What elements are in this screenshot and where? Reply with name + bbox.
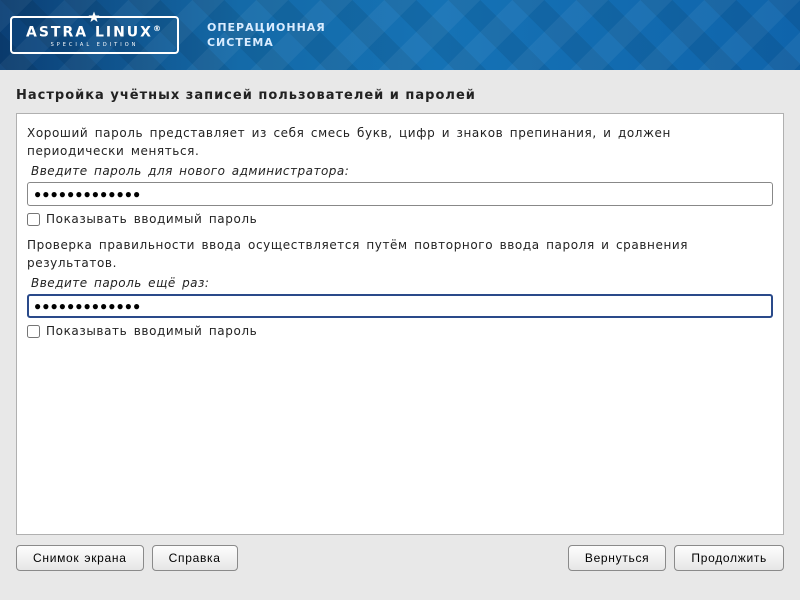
footer: Снимок экрана Справка Вернуться Продолжи… [0,535,800,571]
show-password-2-label[interactable]: Показывать вводимый пароль [46,324,257,338]
logo-subtext: SPECIAL EDITION [51,42,139,48]
star-icon [88,11,100,23]
show-password-1-checkbox[interactable] [27,213,40,226]
admin-password-confirm-input[interactable] [27,294,773,318]
password-confirm-hint: Проверка правильности ввода осуществляет… [27,236,773,272]
logo-text: ASTRA LINUX® [26,24,163,41]
banner: ASTRA LINUX® SPECIAL EDITION ОПЕРАЦИОННА… [0,0,800,70]
show-password-1-label[interactable]: Показывать вводимый пароль [46,212,257,226]
continue-button[interactable]: Продолжить [674,545,784,571]
admin-password-input[interactable] [27,182,773,206]
form-panel: Хороший пароль представляет из себя смес… [16,113,784,535]
page-title: Настройка учётных записей пользователей … [16,88,784,103]
show-password-2-checkbox[interactable] [27,325,40,338]
back-button[interactable]: Вернуться [568,545,667,571]
help-button[interactable]: Справка [152,545,238,571]
password-hint-text: Хороший пароль представляет из себя смес… [27,124,773,160]
brand-logo: ASTRA LINUX® SPECIAL EDITION [10,16,179,54]
tagline: ОПЕРАЦИОННАЯ СИСТЕМА [207,20,326,51]
password-prompt-1: Введите пароль для нового администратора… [31,164,773,178]
password-prompt-2: Введите пароль ещё раз: [31,276,773,290]
screenshot-button[interactable]: Снимок экрана [16,545,144,571]
